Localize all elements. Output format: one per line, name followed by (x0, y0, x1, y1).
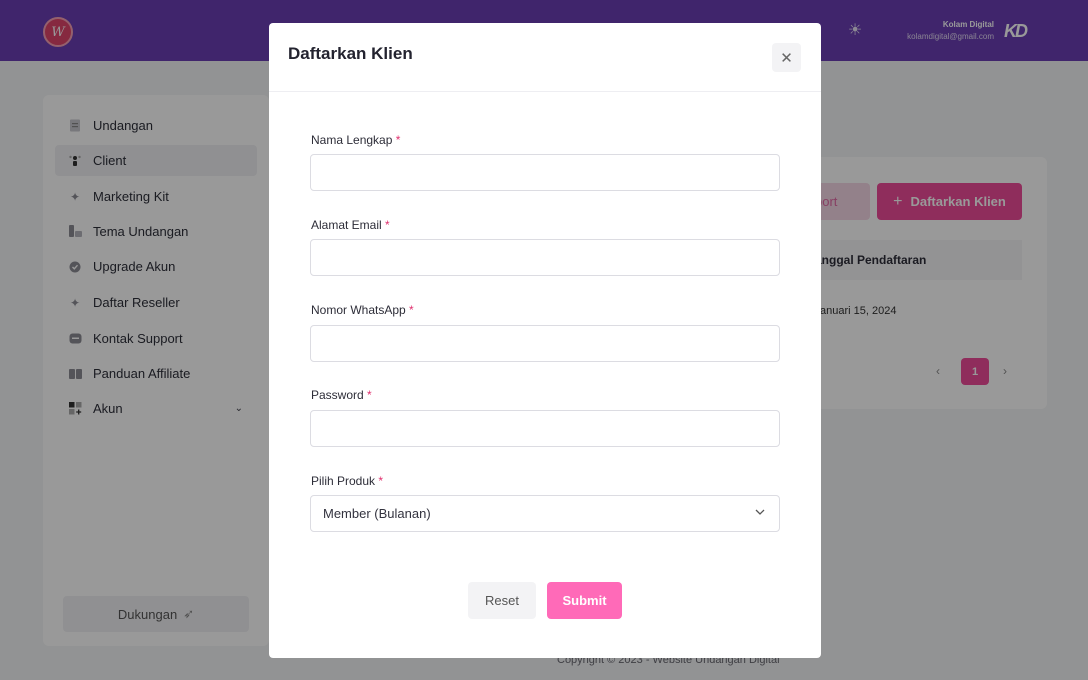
name-field[interactable] (310, 154, 780, 191)
password-field[interactable] (310, 410, 780, 447)
required-mark: * (367, 388, 372, 402)
required-mark: * (385, 218, 390, 232)
name-label-text: Nama Lengkap (311, 133, 393, 147)
product-field-label: Pilih Produk * (311, 474, 383, 488)
email-label-text: Alamat Email (311, 218, 382, 232)
product-label-text: Pilih Produk (311, 474, 376, 488)
required-mark: * (409, 303, 414, 317)
name-field-label: Nama Lengkap * (311, 133, 400, 147)
modal-header: Daftarkan Klien ✕ (269, 23, 821, 92)
required-mark: * (378, 474, 384, 488)
product-select-value: Member (Bulanan) (323, 506, 431, 521)
whatsapp-label-text: Nomor WhatsApp (311, 303, 406, 317)
whatsapp-field[interactable] (310, 325, 780, 362)
email-field-label: Alamat Email * (311, 218, 390, 232)
email-field[interactable] (310, 239, 780, 276)
required-mark: * (395, 133, 401, 147)
close-icon[interactable]: ✕ (772, 43, 801, 72)
register-client-modal: Daftarkan Klien ✕ Nama Lengkap * Alamat … (269, 23, 821, 658)
submit-button[interactable]: Submit (547, 582, 622, 619)
modal-title: Daftarkan Klien (288, 44, 413, 63)
reset-button[interactable]: Reset (468, 582, 536, 619)
password-label-text: Password (311, 388, 364, 402)
whatsapp-field-label: Nomor WhatsApp * (311, 303, 414, 317)
password-field-label: Password * (311, 388, 372, 402)
product-select[interactable]: Member (Bulanan) (310, 495, 780, 532)
chevron-down-icon (755, 507, 765, 518)
